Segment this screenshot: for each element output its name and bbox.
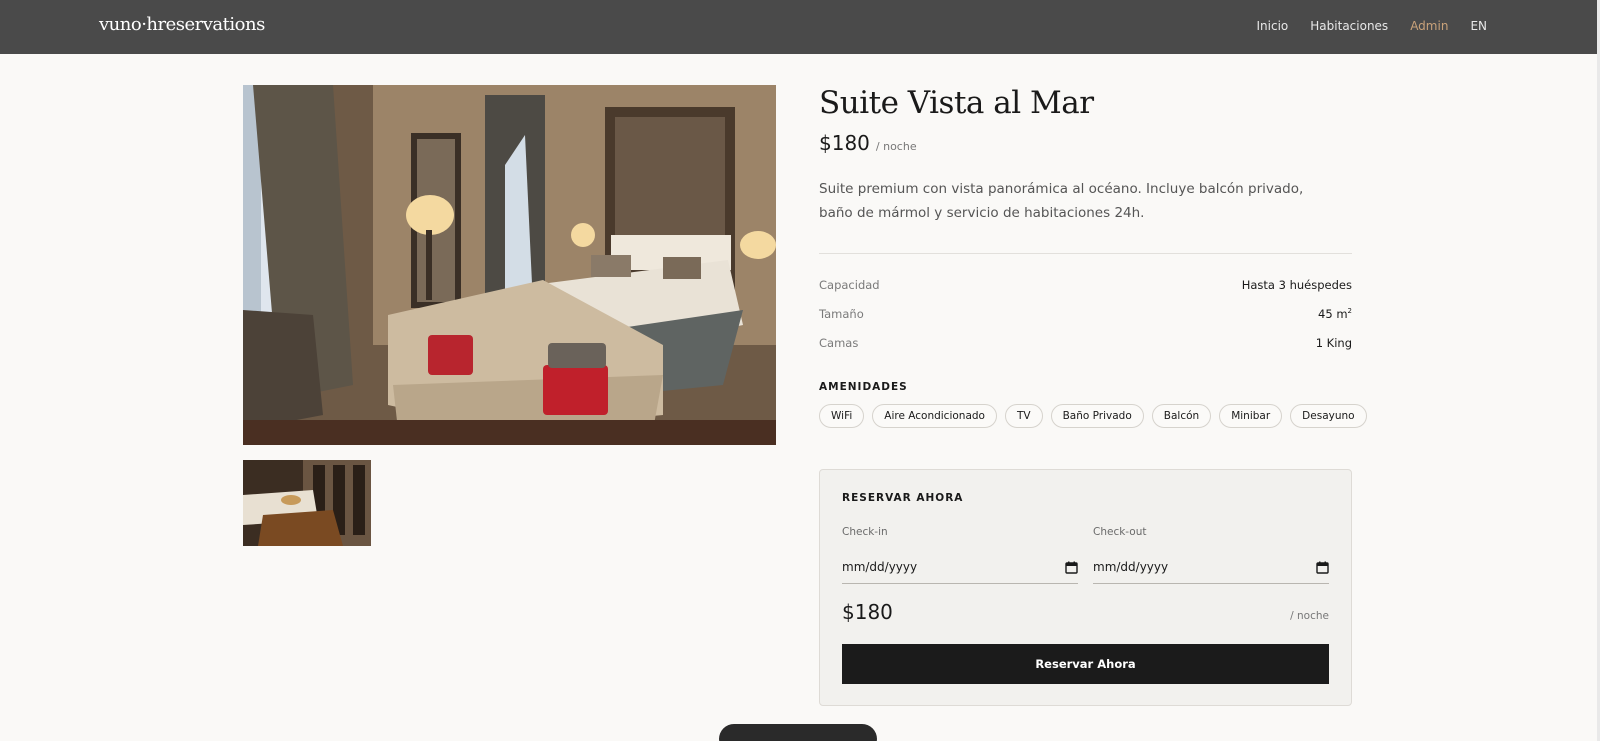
spec-label: Camas <box>819 335 859 350</box>
booking-total-per: / noche <box>1290 610 1329 622</box>
room-price: $180 <box>819 131 870 155</box>
checkout-group: Check-out mm/dd/yyyy <box>1093 526 1329 584</box>
checkin-date-input[interactable]: mm/dd/yyyy <box>842 551 1078 584</box>
reserve-button[interactable]: Reservar Ahora <box>842 644 1329 684</box>
amenity-chip: WiFi <box>819 404 865 428</box>
checkin-label: Check-in <box>842 526 888 538</box>
amenity-chip: Balcón <box>1151 404 1212 428</box>
nav-habitaciones[interactable]: Habitaciones <box>1310 19 1388 33</box>
spec-size: Tamaño 45 m2 <box>819 299 1352 328</box>
amenities-heading: AMENIDADES <box>819 381 908 393</box>
amenity-chip: Aire Acondicionado <box>872 404 997 428</box>
checkout-placeholder: mm/dd/yyyy <box>1093 560 1169 574</box>
checkin-placeholder: mm/dd/yyyy <box>842 560 918 574</box>
floating-toolbar[interactable] <box>719 724 877 741</box>
main-nav: Inicio Habitaciones Admin EN <box>1257 19 1487 33</box>
language-toggle[interactable]: EN <box>1470 19 1487 33</box>
spec-value: 45 m2 <box>1318 307 1352 321</box>
spec-value: Hasta 3 huéspedes <box>1241 277 1352 292</box>
spec-value-sup: 2 <box>1347 306 1352 315</box>
date-fields: Check-in mm/dd/yyyy Check-out mm/dd/yyyy <box>842 526 1329 584</box>
price-per-night: / noche <box>875 140 917 153</box>
room-thumbnail[interactable] <box>243 460 371 546</box>
brand-logo[interactable]: vuno·hreservations <box>99 14 265 35</box>
amenities-list: WiFi Aire Acondicionado TV Baño Privado … <box>819 404 1367 428</box>
nav-inicio[interactable]: Inicio <box>1257 19 1289 33</box>
booking-title: RESERVAR AHORA <box>842 492 964 504</box>
checkin-group: Check-in mm/dd/yyyy <box>842 526 1078 584</box>
amenity-chip: Desayuno <box>1290 404 1367 428</box>
calendar-icon[interactable] <box>1065 561 1078 574</box>
room-specs: Capacidad Hasta 3 huéspedes Tamaño 45 m2… <box>819 270 1352 357</box>
amenity-chip: Baño Privado <box>1050 404 1144 428</box>
amenity-chip: Minibar <box>1219 404 1283 428</box>
spec-label: Tamaño <box>819 306 864 321</box>
room-main-photo <box>243 85 776 445</box>
nav-admin[interactable]: Admin <box>1410 19 1448 33</box>
top-navbar: vuno·hreservations Inicio Habitaciones A… <box>0 0 1600 54</box>
spec-capacity: Capacidad Hasta 3 huéspedes <box>819 270 1352 299</box>
amenity-chip: TV <box>1004 404 1043 428</box>
spec-value-text: 45 m <box>1318 306 1348 321</box>
total-row: $180 / noche <box>842 600 1329 624</box>
calendar-icon[interactable] <box>1316 561 1329 574</box>
divider <box>819 253 1352 254</box>
spec-label: Capacidad <box>819 277 880 292</box>
price-row: $180 / noche <box>819 131 1352 155</box>
spec-value: 1 King <box>1315 335 1352 350</box>
room-details: Suite Vista al Mar $180 / noche Suite pr… <box>819 85 1367 428</box>
checkout-date-input[interactable]: mm/dd/yyyy <box>1093 551 1329 584</box>
room-title: Suite Vista al Mar <box>819 85 1094 121</box>
booking-total: $180 <box>842 600 893 624</box>
room-description: Suite premium con vista panorámica al oc… <box>819 181 1304 221</box>
spec-beds: Camas 1 King <box>819 328 1352 357</box>
checkout-label: Check-out <box>1093 526 1147 538</box>
booking-card: RESERVAR AHORA Check-in mm/dd/yyyy Check… <box>819 469 1352 706</box>
